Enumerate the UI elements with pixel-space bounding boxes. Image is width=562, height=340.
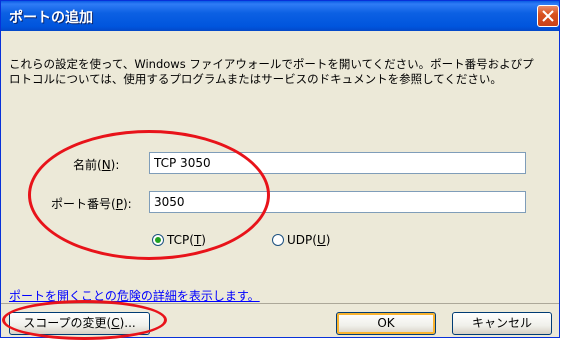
change-scope-suffix: )... (119, 316, 136, 330)
port-label-accel: P (115, 197, 123, 211)
tcp-radio[interactable]: TCP(T) (152, 233, 206, 251)
close-button[interactable] (537, 5, 559, 27)
port-label: ポート番号(P): (51, 195, 132, 212)
description-text: これらの設定を使って、Windows ファイアウォールでポートを開いてください。… (9, 57, 534, 86)
title-bar[interactable]: ポートの追加 (1, 1, 559, 31)
tcp-radio-circle[interactable] (152, 234, 164, 246)
udp-radio-accel: U (316, 233, 326, 247)
port-label-suffix: ): (122, 197, 132, 211)
name-label-suffix: ): (110, 158, 120, 172)
separator-line (1, 303, 559, 304)
port-input[interactable] (149, 191, 526, 213)
radio-selected-dot (155, 237, 161, 243)
change-scope-button[interactable]: スコープの変更(C)... (9, 312, 150, 335)
udp-radio-suffix: ) (325, 233, 331, 247)
name-label: 名前(N): (73, 156, 119, 173)
port-risk-details-link[interactable]: ポートを開くことの危険の詳細を表示します。 (9, 287, 260, 304)
tcp-radio-label: TCP( (167, 233, 194, 247)
udp-radio-label: UDP( (287, 233, 317, 247)
add-port-dialog: ポートの追加 これらの設定を使って、Windows ファイアウォールでポートを開… (0, 0, 560, 338)
name-label-accel: N (101, 158, 111, 172)
ok-button[interactable]: OK (336, 312, 436, 335)
tcp-radio-suffix: ) (201, 233, 206, 247)
port-label-text: ポート番号( (51, 197, 116, 211)
dialog-title: ポートの追加 (9, 10, 93, 26)
name-input[interactable] (149, 152, 526, 174)
udp-radio-circle[interactable] (272, 234, 284, 246)
change-scope-accel: C (111, 316, 120, 330)
change-scope-label: スコープの変更( (23, 316, 112, 330)
cancel-button[interactable]: キャンセル (452, 312, 552, 335)
name-label-text: 名前( (73, 158, 102, 172)
udp-radio[interactable]: UDP(U) (272, 233, 330, 251)
close-icon (542, 10, 554, 22)
